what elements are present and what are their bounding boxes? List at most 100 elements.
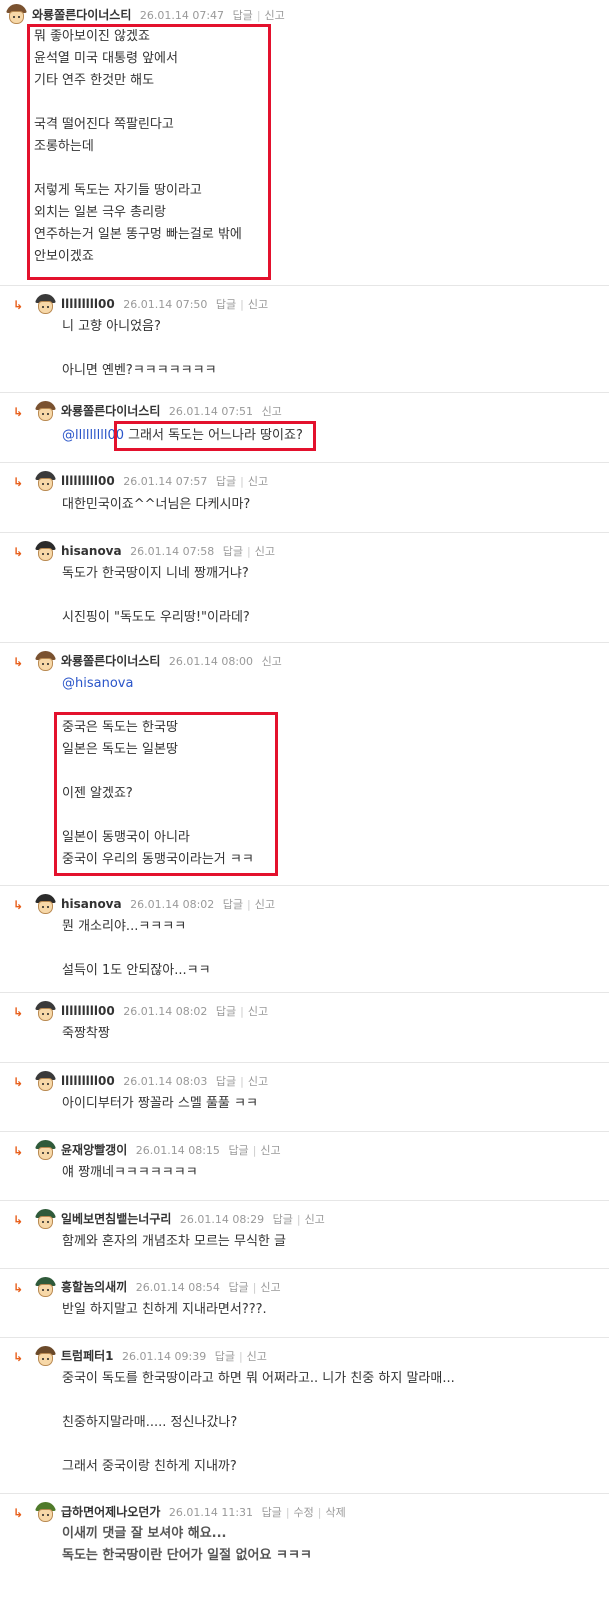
comment-body: 대한민국이죠^^너님은 다케시마?	[62, 494, 250, 516]
report-link[interactable]: 신고	[248, 1005, 268, 1018]
comment-body: 뭔 개소리야...ㅋㅋㅋㅋ 설득이 1도 안되잖아...ㅋㅋ	[62, 916, 211, 982]
edit-link[interactable]: 수정	[294, 1506, 314, 1519]
report-link[interactable]: 신고	[248, 475, 268, 488]
report-link[interactable]: 신고	[260, 1144, 280, 1157]
report-link[interactable]: 신고	[305, 1213, 325, 1226]
author-nickname[interactable]: lllllllll00	[61, 1074, 115, 1088]
mention-link[interactable]: @hisanova	[62, 673, 254, 695]
reply-link[interactable]: 답글	[216, 298, 236, 311]
comment-date: 26.01.14 11:31	[168, 1506, 254, 1519]
author-nickname[interactable]: lllllllll00	[61, 474, 115, 488]
comment-line: 반일 하지말고 친하게 지내라면서???.	[62, 1302, 267, 1317]
comment-line: 함께와 혼자의 개념조차 모르는 무식한 글	[62, 1234, 286, 1249]
comment-line: 이새끼 댓글 잘 보셔야 해요...	[62, 1526, 227, 1541]
comment-line: 독도는 한국땅이란 단어가 일절 없어요 ㅋㅋㅋ	[62, 1548, 312, 1563]
report-link[interactable]: 신고	[262, 655, 282, 668]
comment-date: 26.01.14 07:58	[130, 545, 215, 558]
comment-line: 아니면 옌벤?ㅋㅋㅋㅋㅋㅋㅋ	[62, 363, 217, 378]
comment-body: 얘 짱깨네ㅋㅋㅋㅋㅋㅋㅋ	[62, 1162, 198, 1184]
comment-line: 죽짱착짱	[62, 1026, 110, 1041]
reply-link[interactable]: 답글	[216, 1075, 236, 1088]
avatar[interactable]	[35, 1346, 56, 1367]
author-nickname[interactable]: 흥할놈의새끼	[61, 1280, 127, 1294]
reply-item: ↳ lllllllll00 26.01.14 07:57 답글 | 신고 대한민국이…	[0, 462, 609, 532]
reply-link[interactable]: 답글	[228, 1144, 248, 1157]
avatar[interactable]	[35, 1140, 56, 1161]
comment-line: 시진핑이 "독도도 우리땅!"이라데?	[62, 610, 250, 625]
avatar[interactable]	[35, 651, 56, 672]
reply-link[interactable]: 답글	[223, 898, 243, 911]
comment-date: 26.01.14 08:54	[135, 1281, 220, 1294]
author-nickname[interactable]: 급하면어제나오던가	[61, 1505, 160, 1519]
reply-item: ↳ 일베보면침뱉는너구리 26.01.14 08:29 답글 | 신고 함께와 혼자…	[0, 1200, 609, 1270]
author-nickname[interactable]: hisanova	[61, 544, 122, 558]
reply-link[interactable]: 답글	[262, 1506, 282, 1519]
avatar[interactable]	[35, 294, 56, 315]
highlight-box	[54, 712, 278, 876]
reply-arrow-icon: ↳	[13, 1506, 24, 1520]
reply-arrow-icon: ↳	[13, 405, 24, 419]
highlight-box	[114, 421, 316, 451]
author-nickname[interactable]: 와룡쫄른다이너스티	[32, 8, 131, 22]
reply-item: ↳ hisanova 26.01.14 08:02 답글 | 신고 뭔 개소리야..…	[0, 885, 609, 991]
reply-link[interactable]: 답글	[216, 1005, 236, 1018]
report-link[interactable]: 신고	[247, 1350, 267, 1363]
reply-link[interactable]: 답글	[216, 475, 236, 488]
reply-item: ↳ lllllllll00 26.01.14 08:03 답글 | 신고 아이디부터…	[0, 1062, 609, 1132]
delete-link[interactable]: 삭제	[326, 1506, 346, 1519]
report-link[interactable]: 신고	[248, 1075, 268, 1088]
avatar[interactable]	[6, 4, 27, 25]
author-nickname[interactable]: 와룡쫄른다이너스티	[61, 654, 160, 668]
comment-date: 26.01.14 07:51	[168, 405, 254, 418]
report-link[interactable]: 신고	[248, 298, 268, 311]
comment-line: 니 고향 아니었음?	[62, 319, 161, 334]
reply-link[interactable]: 답글	[228, 1281, 248, 1294]
reply-arrow-icon: ↳	[13, 1144, 24, 1158]
author-nickname[interactable]: lllllllll00	[61, 1004, 115, 1018]
comment-date: 26.01.14 09:39	[122, 1350, 207, 1363]
reply-link[interactable]: 답글	[233, 9, 253, 22]
comment-date: 26.01.14 08:00	[168, 655, 254, 668]
comment-line: 독도가 한국땅이지 니네 짱깨거냐?	[62, 566, 249, 581]
report-link[interactable]: 신고	[265, 9, 285, 22]
comment-date: 26.01.14 08:02	[130, 898, 215, 911]
reply-item: ↳ 윤재앙빨갱이 26.01.14 08:15 답글 | 신고 얘 짱깨네ㅋㅋㅋㅋㅋ…	[0, 1131, 609, 1201]
avatar[interactable]	[35, 471, 56, 492]
reply-arrow-icon: ↳	[13, 1075, 24, 1089]
author-nickname[interactable]: 트럼페터1	[61, 1349, 114, 1363]
avatar[interactable]	[35, 1502, 56, 1523]
report-link[interactable]: 신고	[255, 545, 275, 558]
comment-body: 독도가 한국땅이지 니네 짱깨거냐? 시진핑이 "독도도 우리땅!"이라데?	[62, 563, 250, 629]
comment-line: 중국이 독도를 한국땅이라고 하면 뭐 어쩌라고.. 니가 친중 하지 말라매.…	[62, 1371, 455, 1386]
reply-arrow-icon: ↳	[13, 1005, 24, 1019]
avatar[interactable]	[35, 1209, 56, 1230]
author-nickname[interactable]: 윤재앙빨갱이	[61, 1143, 127, 1157]
report-link[interactable]: 신고	[260, 1281, 280, 1294]
author-nickname[interactable]: lllllllll00	[61, 297, 115, 311]
author-nickname[interactable]: 와룡쫄른다이너스티	[61, 404, 160, 418]
author-nickname[interactable]: hisanova	[61, 897, 122, 911]
comment-line: 뭔 개소리야...ㅋㅋㅋㅋ	[62, 919, 187, 934]
avatar[interactable]	[35, 401, 56, 422]
reply-item: ↳ 와룡쫄른다이너스티 26.01.14 08:00 신고 @hisanova …	[0, 642, 609, 887]
comment-line: 얘 짱깨네ㅋㅋㅋㅋㅋㅋㅋ	[62, 1165, 198, 1180]
reply-item: ↳ lllllllll00 26.01.14 08:02 답글 | 신고 죽짱착짱	[0, 992, 609, 1062]
reply-link[interactable]: 답글	[223, 545, 243, 558]
comment-body: 이새끼 댓글 잘 보셔야 해요... 독도는 한국땅이란 단어가 일절 없어요 …	[62, 1523, 312, 1567]
avatar[interactable]	[35, 1001, 56, 1022]
reply-item: ↳ 흥할놈의새끼 26.01.14 08:54 답글 | 신고 반일 하지말고 친하…	[0, 1268, 609, 1338]
avatar[interactable]	[35, 894, 56, 915]
comment-line: 설득이 1도 안되잖아...ㅋㅋ	[62, 963, 211, 978]
author-nickname[interactable]: 일베보면침뱉는너구리	[61, 1212, 171, 1226]
comment-line: 대한민국이죠^^너님은 다케시마?	[62, 497, 251, 512]
reply-link[interactable]: 답글	[273, 1213, 293, 1226]
avatar[interactable]	[35, 541, 56, 562]
avatar[interactable]	[35, 1071, 56, 1092]
comment-date: 26.01.14 07:47	[139, 9, 225, 22]
comment-body: 반일 하지말고 친하게 지내라면서???.	[62, 1299, 267, 1321]
avatar[interactable]	[35, 1277, 56, 1298]
reply-link[interactable]: 답글	[215, 1350, 235, 1363]
report-link[interactable]: 신고	[262, 405, 282, 418]
report-link[interactable]: 신고	[255, 898, 275, 911]
reply-item: ↳ 트럼페터1 26.01.14 09:39 답글 | 신고 중국이 독도를 한국땅…	[0, 1337, 609, 1491]
